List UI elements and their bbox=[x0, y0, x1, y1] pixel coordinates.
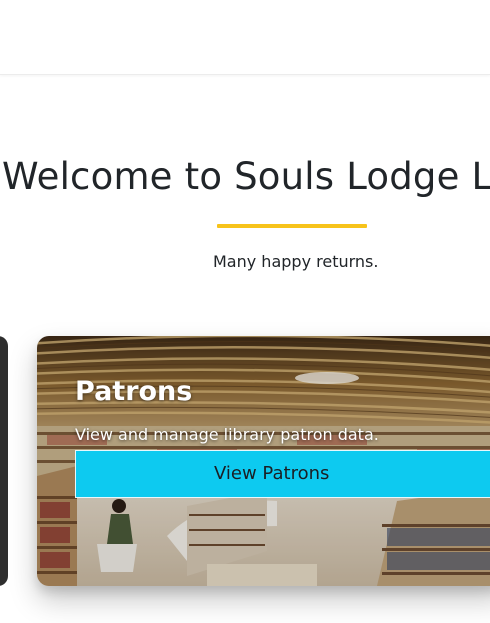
view-patrons-button[interactable]: View Patrons bbox=[75, 450, 490, 498]
card-description: View and manage library patron data. bbox=[75, 425, 379, 444]
top-navbar bbox=[0, 0, 490, 75]
card-title: Patrons bbox=[75, 376, 193, 407]
previous-card-edge[interactable] bbox=[0, 336, 8, 586]
title-underline bbox=[217, 224, 367, 228]
patrons-card: Patrons View and manage library patron d… bbox=[37, 336, 490, 586]
page-title: Welcome to Souls Lodge Li bbox=[2, 155, 490, 198]
page-subtitle: Many happy returns. bbox=[213, 252, 379, 271]
